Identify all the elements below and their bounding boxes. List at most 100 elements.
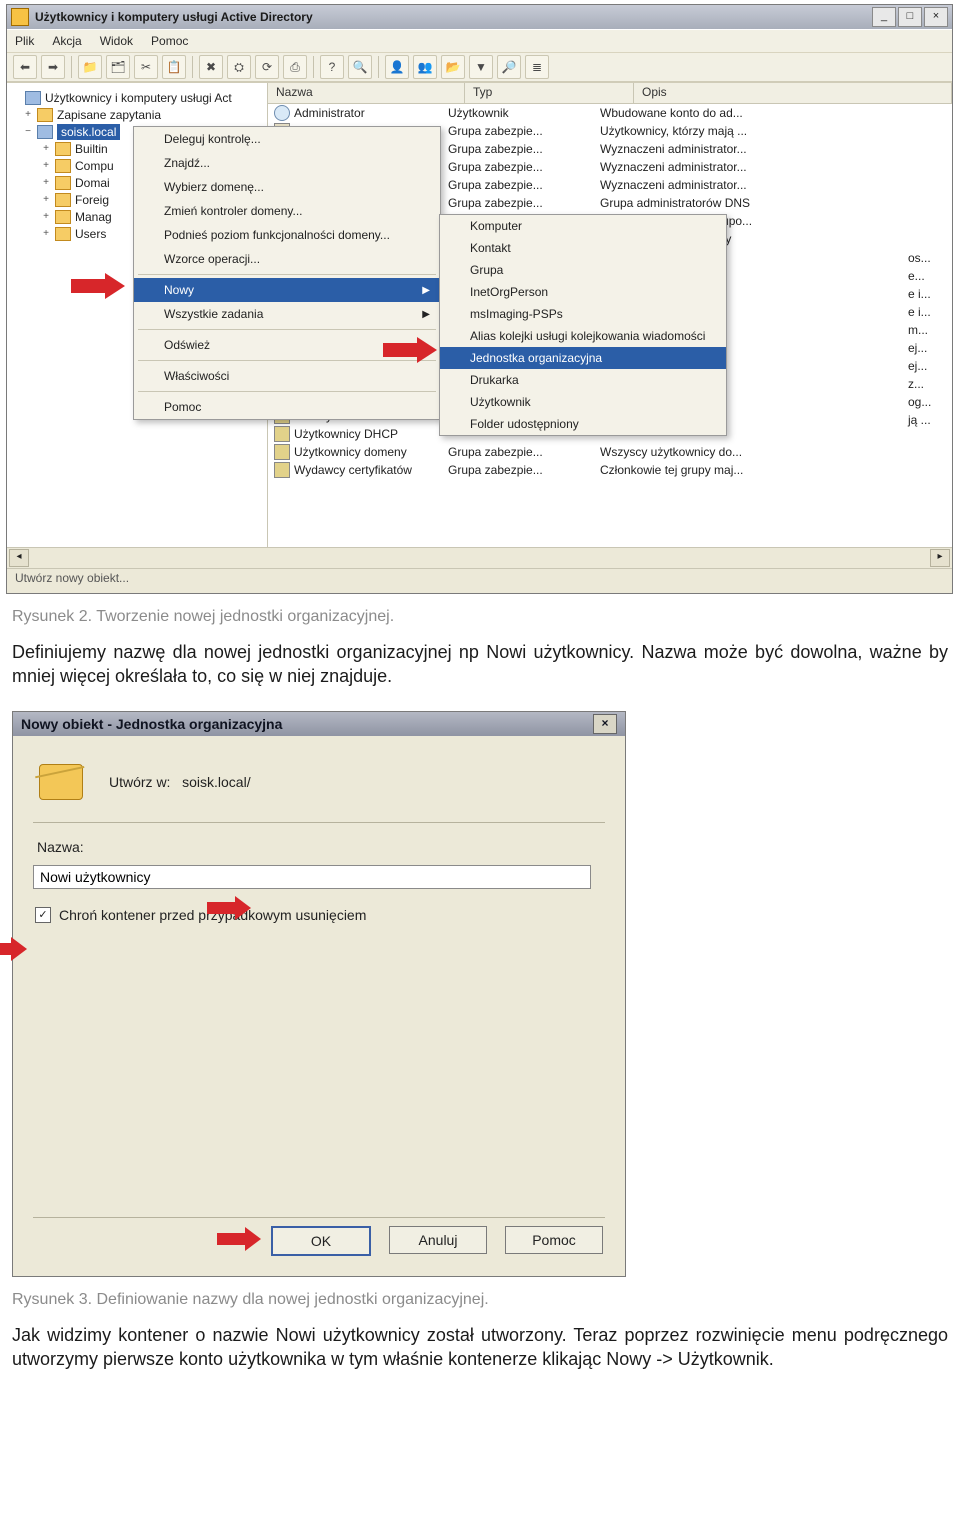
list-row[interactable]: Wydawcy certyfikatówGrupa zabezpie...Czł… [268,461,952,479]
sub-inetorg[interactable]: InetOrgPerson [440,281,726,303]
callout-arrow-icon [383,337,443,363]
refresh-icon[interactable]: ⟳ [255,55,279,79]
menu-help[interactable]: Pomoc [151,34,188,48]
col-desc[interactable]: Opis [634,83,952,103]
callout-arrow-icon [0,937,31,961]
close-button[interactable]: × [593,714,617,734]
toolbar: ⬅ ➡ 📁 🗂 ✂ 📋 ✖ ⛭ ⟳ ⎙ ? 🔍 👤 👥 📂 ▼ 🔎 ≣ [7,52,952,82]
callout-arrow-icon [217,1227,265,1251]
scroll-right-icon[interactable]: ▸ [930,549,950,567]
domain-icon [37,125,53,139]
folder-icon [25,91,41,105]
ctx-change-dc[interactable]: Zmień kontroler domeny... [134,199,440,223]
ou-icon[interactable]: 📂 [441,55,465,79]
col-type[interactable]: Typ [465,83,634,103]
desc-fragment: os... [908,249,931,267]
ctx-help[interactable]: Pomoc [134,395,440,419]
folder-icon [55,227,71,241]
col-name[interactable]: Nazwa [268,83,465,103]
sub-printer[interactable]: Drukarka [440,369,726,391]
horizontal-scrollbar[interactable]: ◂ ▸ [7,547,952,568]
user-icon[interactable]: 👤 [385,55,409,79]
cancel-button[interactable]: Anuluj [389,1226,487,1254]
sub-msmq[interactable]: Alias kolejki usługi kolejkowania wiadom… [440,325,726,347]
name-input[interactable] [33,865,591,889]
folder-icon [55,193,71,207]
sub-msimaging[interactable]: msImaging-PSPs [440,303,726,325]
protect-checkbox[interactable]: ✓ [35,907,51,923]
detail-icon[interactable]: 🗂 [106,55,130,79]
ctx-find[interactable]: Znajdź... [134,151,440,175]
submenu-arrow-icon: ▶ [422,285,430,296]
export-icon[interactable]: ⎙ [283,55,307,79]
copy-icon[interactable]: 📋 [162,55,186,79]
menu-action[interactable]: Akcja [52,34,81,48]
properties-icon[interactable]: ⛭ [227,55,251,79]
sub-share[interactable]: Folder udostępniony [440,413,726,435]
callout-arrow-icon [71,273,131,299]
extra-icon[interactable]: ≣ [525,55,549,79]
create-in-label: Utwórz w: [109,774,170,790]
dialog-titlebar[interactable]: Nowy obiekt - Jednostka organizacyjna × [13,712,625,736]
delete-icon[interactable]: ✖ [199,55,223,79]
ctx-delegate[interactable]: Deleguj kontrolę... [134,127,440,151]
name-label: Nazwa: [37,839,605,855]
callout-arrow-icon [207,896,255,920]
tree-saved-queries[interactable]: Zapisane zapytania [57,108,161,122]
group-icon [274,426,290,442]
desc-fragment: e i... [908,285,931,303]
ok-button[interactable]: OK [271,1226,371,1256]
help-button[interactable]: Pomoc [505,1226,603,1254]
minimize-button[interactable]: _ [872,7,896,27]
group-icon[interactable]: 👥 [413,55,437,79]
menu-view[interactable]: Widok [100,34,133,48]
close-button[interactable]: × [924,7,948,27]
sub-contact[interactable]: Kontakt [440,237,726,259]
sub-computer[interactable]: Komputer [440,215,726,237]
group-icon [274,444,290,460]
desc-fragment: e... [908,267,931,285]
desc-fragment: ej... [908,357,931,375]
tree-root[interactable]: Użytkownicy i komputery usługi Act [45,91,232,105]
ad-window: Użytkownicy i komputery usługi Active Di… [6,4,953,594]
status-bar: Utwórz nowy obiekt... [7,568,952,593]
app-icon [11,8,29,26]
submenu-arrow-icon: ▶ [422,309,430,320]
ctx-raise-level[interactable]: Podnieś poziom funkcjonalności domeny... [134,223,440,247]
scroll-left-icon[interactable]: ◂ [9,549,29,567]
find-icon[interactable]: 🔍 [348,55,372,79]
sub-ou[interactable]: Jednostka organizacyjna [440,347,726,369]
desc-fragment: ej... [908,339,931,357]
group-icon [274,462,290,478]
ctx-all-tasks[interactable]: Wszystkie zadania▶ [134,302,440,326]
ctx-properties[interactable]: Właściwości [134,364,440,388]
list-row[interactable]: AdministratorUżytkownikWbudowane konto d… [268,104,952,122]
list-row[interactable]: Użytkownicy domenyGrupa zabezpie...Wszys… [268,443,952,461]
sub-user[interactable]: Użytkownik [440,391,726,413]
sub-group[interactable]: Grupa [440,259,726,281]
object-icon [274,105,290,121]
cut-icon[interactable]: ✂ [134,55,158,79]
ctx-change-domain[interactable]: Wybierz domenę... [134,175,440,199]
window-titlebar[interactable]: Użytkownicy i komputery usługi Active Di… [7,5,952,29]
maximize-button[interactable]: □ [898,7,922,27]
figure-caption-3: Rysunek 3. Definiowanie nazwy dla nowej … [6,1277,954,1323]
folder-icon [55,159,71,173]
tree-domain-selected[interactable]: soisk.local [57,124,120,140]
menu-file[interactable]: Plik [15,34,34,48]
help-icon[interactable]: ? [320,55,344,79]
up-icon[interactable]: 📁 [78,55,102,79]
query-icon[interactable]: 🔎 [497,55,521,79]
ou-folder-icon [39,764,83,800]
folder-icon [55,142,71,156]
back-icon[interactable]: ⬅ [13,55,37,79]
ctx-op-masters[interactable]: Wzorce operacji... [134,247,440,271]
folder-icon [55,176,71,190]
forward-icon[interactable]: ➡ [41,55,65,79]
window-title: Użytkownicy i komputery usługi Active Di… [35,10,313,24]
ctx-new[interactable]: Nowy▶ [134,278,440,302]
folder-icon [37,108,53,122]
filter-icon[interactable]: ▼ [469,55,493,79]
folder-icon [55,210,71,224]
figure-caption-2: Rysunek 2. Tworzenie nowej jednostki org… [6,594,954,640]
